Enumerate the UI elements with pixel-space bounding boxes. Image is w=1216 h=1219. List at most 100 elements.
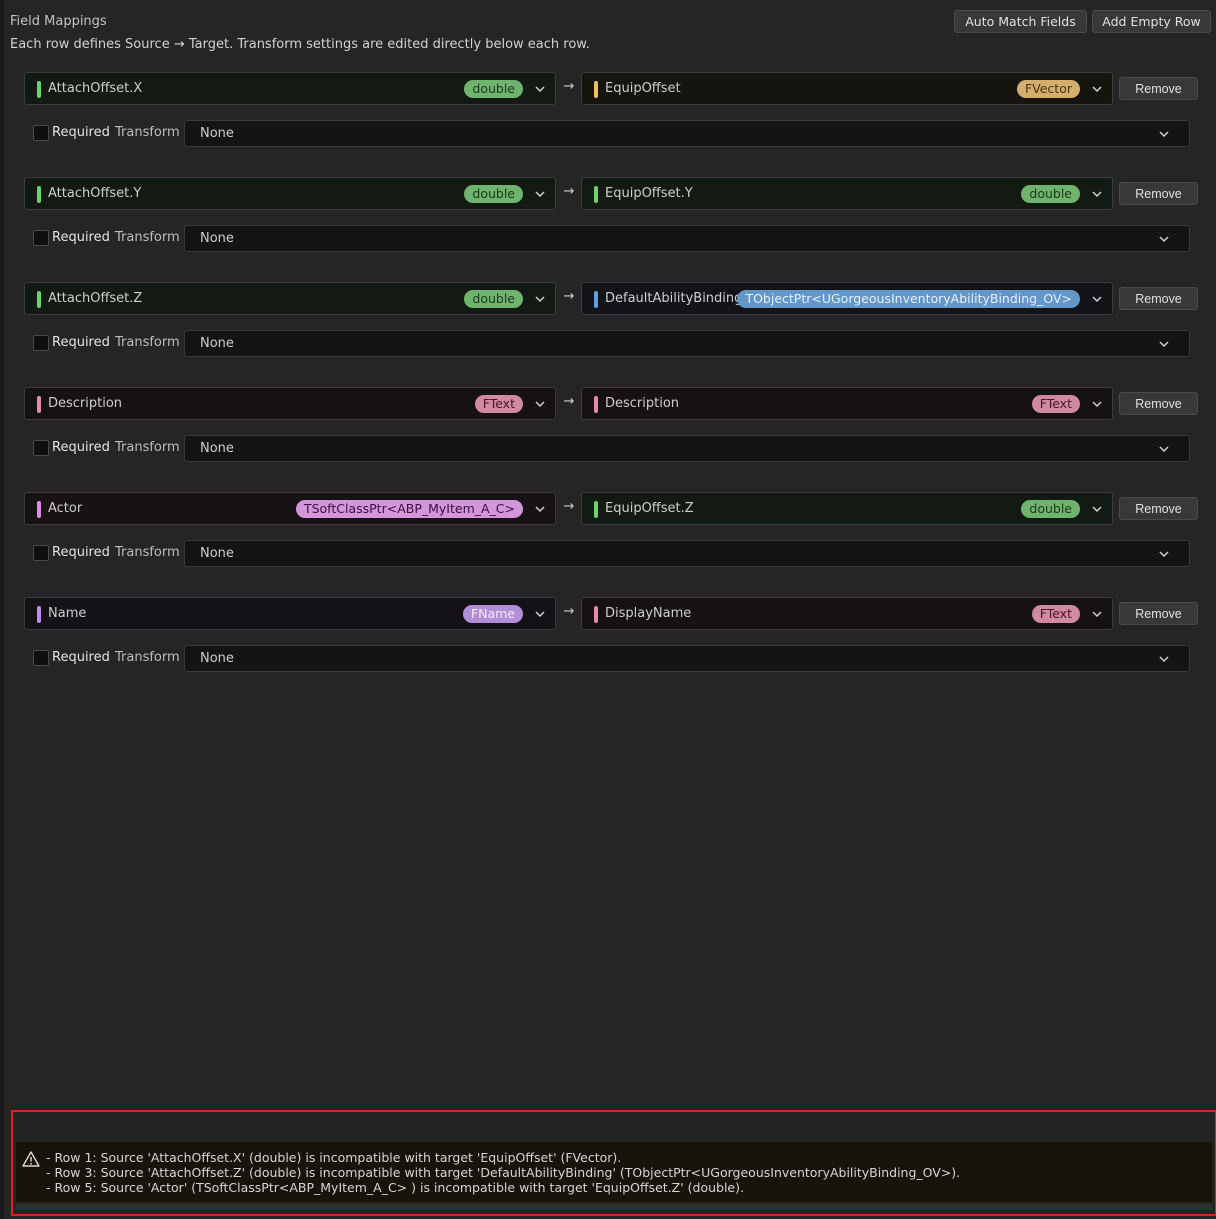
mapping-arrow: → xyxy=(563,604,575,619)
source-field-name: AttachOffset.Y xyxy=(48,186,142,201)
source-type-badge: double xyxy=(464,80,523,98)
mapping-arrow: → xyxy=(563,499,575,514)
target-type-badge: double xyxy=(1021,185,1080,203)
remove-row-button[interactable]: Remove xyxy=(1119,602,1198,625)
required-label: Required xyxy=(52,440,110,455)
target-field-combo[interactable]: EquipOffset.Y double xyxy=(581,177,1113,210)
error-line-2: - Row 3: Source 'AttachOffset.Z' (double… xyxy=(46,1165,961,1180)
chevron-down-icon xyxy=(535,296,545,303)
target-field-combo[interactable]: DefaultAbilityBinding TObjectPtr<UGorgeo… xyxy=(581,282,1113,315)
target-field-name: DefaultAbilityBinding xyxy=(605,291,743,306)
target-type-color-bar xyxy=(594,186,598,203)
mapping-arrow: → xyxy=(563,289,575,304)
transform-label: Transform xyxy=(115,230,180,245)
chevron-down-icon xyxy=(535,86,545,93)
mapping-arrow: → xyxy=(563,394,575,409)
panel-title: Field Mappings xyxy=(10,14,107,29)
source-type-color-bar xyxy=(37,81,41,98)
chevron-down-icon xyxy=(535,401,545,408)
mapping-row: Name FName → DisplayName FText Remove Re… xyxy=(24,597,1204,693)
chevron-down-icon xyxy=(1092,191,1102,198)
source-type-badge: double xyxy=(464,185,523,203)
required-label: Required xyxy=(52,125,110,140)
target-field-name: EquipOffset.Z xyxy=(605,501,694,516)
target-type-badge: FVector xyxy=(1016,80,1080,98)
target-type-color-bar xyxy=(594,291,598,308)
remove-row-button[interactable]: Remove xyxy=(1119,497,1198,520)
transform-label: Transform xyxy=(115,545,180,560)
transform-value: None xyxy=(200,336,234,351)
transform-select[interactable]: None xyxy=(184,540,1190,567)
required-checkbox[interactable] xyxy=(33,650,49,666)
source-field-combo[interactable]: Actor TSoftClassPtr<ABP_MyItem_A_C> xyxy=(24,492,556,525)
source-field-name: AttachOffset.X xyxy=(48,81,143,96)
source-field-name: Actor xyxy=(48,501,83,516)
transform-select[interactable]: None xyxy=(184,645,1190,672)
error-line-3: - Row 5: Source 'Actor' (TSoftClassPtr<A… xyxy=(46,1180,744,1195)
transform-value: None xyxy=(200,126,234,141)
chevron-down-icon xyxy=(1159,446,1169,453)
source-field-combo[interactable]: Name FName xyxy=(24,597,556,630)
transform-value: None xyxy=(200,231,234,246)
mapping-row: AttachOffset.Y double → EquipOffset.Y do… xyxy=(24,177,1204,273)
required-checkbox[interactable] xyxy=(33,335,49,351)
target-field-combo[interactable]: DisplayName FText xyxy=(581,597,1113,630)
source-field-combo[interactable]: Description FText xyxy=(24,387,556,420)
add-empty-row-button[interactable]: Add Empty Row xyxy=(1092,10,1211,33)
chevron-down-icon xyxy=(535,506,545,513)
target-field-combo[interactable]: EquipOffset FVector xyxy=(581,72,1113,105)
transform-label: Transform xyxy=(115,650,180,665)
source-field-combo[interactable]: AttachOffset.X double xyxy=(24,72,556,105)
required-checkbox[interactable] xyxy=(33,545,49,561)
chevron-down-icon xyxy=(535,191,545,198)
transform-label: Transform xyxy=(115,335,180,350)
transform-value: None xyxy=(200,441,234,456)
error-line-1: - Row 1: Source 'AttachOffset.X' (double… xyxy=(46,1150,622,1165)
source-field-name: Name xyxy=(48,606,87,621)
transform-select[interactable]: None xyxy=(184,435,1190,462)
chevron-down-icon xyxy=(1159,341,1169,348)
remove-row-button[interactable]: Remove xyxy=(1119,77,1198,100)
transform-select[interactable]: None xyxy=(184,330,1190,357)
transform-select[interactable]: None xyxy=(184,225,1190,252)
field-mappings-panel: Field Mappings Each row defines Source →… xyxy=(4,0,1216,1219)
transform-label: Transform xyxy=(115,125,180,140)
chevron-down-icon xyxy=(1159,551,1169,558)
warning-triangle-icon xyxy=(22,1151,40,1167)
mapping-row: AttachOffset.Z double → DefaultAbilityBi… xyxy=(24,282,1204,378)
source-type-color-bar xyxy=(37,186,41,203)
source-type-color-bar xyxy=(37,396,41,413)
target-type-color-bar xyxy=(594,396,598,413)
transform-label: Transform xyxy=(115,440,180,455)
source-type-badge: FText xyxy=(474,395,523,413)
target-field-combo[interactable]: Description FText xyxy=(581,387,1113,420)
chevron-down-icon xyxy=(1092,506,1102,513)
target-field-combo[interactable]: EquipOffset.Z double xyxy=(581,492,1113,525)
required-checkbox[interactable] xyxy=(33,440,49,456)
source-type-color-bar xyxy=(37,291,41,308)
auto-match-fields-button[interactable]: Auto Match Fields xyxy=(954,10,1087,33)
chevron-down-icon xyxy=(1092,296,1102,303)
transform-value: None xyxy=(200,651,234,666)
source-field-combo[interactable]: AttachOffset.Z double xyxy=(24,282,556,315)
target-type-color-bar xyxy=(594,81,598,98)
chevron-down-icon xyxy=(1092,86,1102,93)
mapping-row: Description FText → Description FText Re… xyxy=(24,387,1204,483)
target-field-name: EquipOffset.Y xyxy=(605,186,693,201)
remove-row-button[interactable]: Remove xyxy=(1119,182,1198,205)
panel-description: Each row defines Source → Target. Transf… xyxy=(10,37,590,52)
mapping-arrow: → xyxy=(563,184,575,199)
source-field-name: AttachOffset.Z xyxy=(48,291,143,306)
transform-select[interactable]: None xyxy=(184,120,1190,147)
target-type-badge: FText xyxy=(1031,605,1080,623)
required-checkbox[interactable] xyxy=(33,125,49,141)
required-checkbox[interactable] xyxy=(33,230,49,246)
mapping-arrow: → xyxy=(563,79,575,94)
remove-row-button[interactable]: Remove xyxy=(1119,287,1198,310)
required-label: Required xyxy=(52,230,110,245)
source-field-name: Description xyxy=(48,396,123,411)
source-type-badge: TSoftClassPtr<ABP_MyItem_A_C> xyxy=(295,500,523,518)
source-field-combo[interactable]: AttachOffset.Y double xyxy=(24,177,556,210)
error-scrollbar[interactable] xyxy=(16,1204,1212,1210)
remove-row-button[interactable]: Remove xyxy=(1119,392,1198,415)
